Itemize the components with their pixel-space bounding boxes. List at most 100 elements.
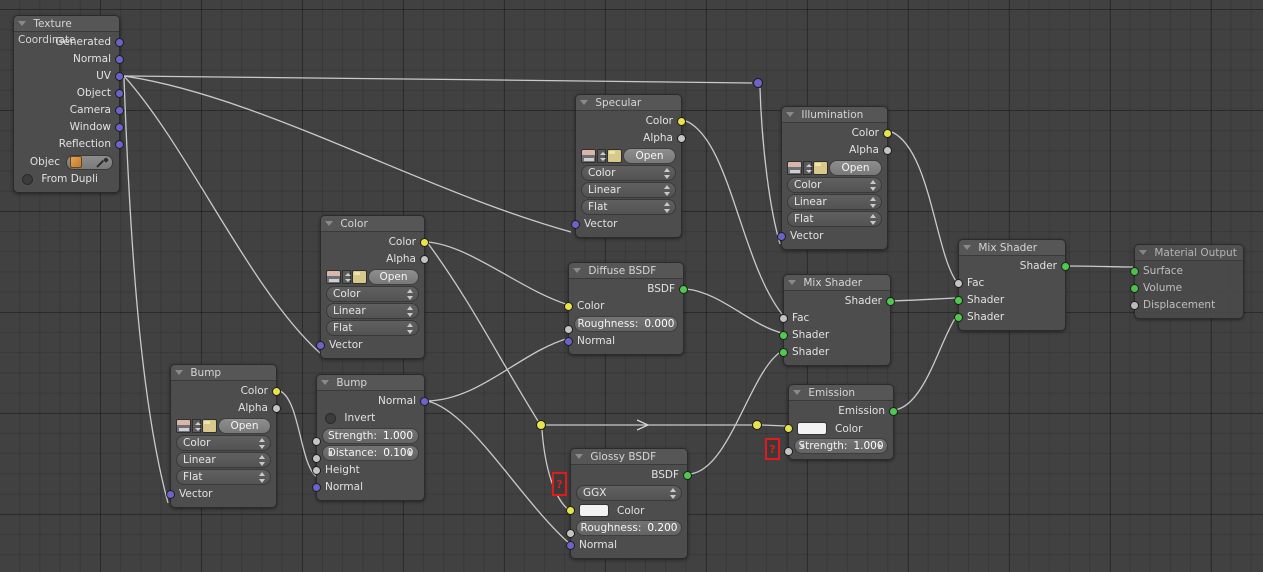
input-socket-vector[interactable] (316, 341, 325, 350)
slider-roughness[interactable]: Roughness: 0.200 (576, 520, 682, 536)
reroute-node-uv[interactable] (753, 78, 763, 88)
output-socket-row[interactable]: Alpha (576, 130, 686, 147)
input-socket-row[interactable]: Displacement (1130, 297, 1243, 314)
input-socket-row[interactable]: Fac (954, 275, 1065, 292)
reroute-node-color-b[interactable] (752, 420, 762, 430)
color-swatch[interactable] (797, 422, 827, 435)
input-socket-row[interactable]: Shader (779, 327, 890, 344)
input-socket-normal[interactable] (566, 541, 575, 550)
output-socket-row[interactable]: Shader (959, 258, 1070, 275)
dropdown-distribution[interactable]: GGX (576, 485, 682, 501)
node-image-texture-color[interactable]: Color Color Alpha Open Color Linear Flat… (316, 215, 429, 359)
dropdown-interpolation[interactable]: Linear (326, 303, 419, 319)
output-socket-row[interactable]: Color (321, 234, 429, 251)
input-socket-vector[interactable] (571, 220, 580, 229)
output-socket-row[interactable]: Generated (14, 34, 124, 51)
image-datablock-row[interactable]: Open (787, 160, 882, 176)
input-socket-displacement[interactable] (1130, 301, 1139, 310)
node-image-texture-specular[interactable]: Specular Color Alpha Open Color Linear F… (571, 94, 686, 238)
output-socket-window[interactable] (115, 123, 124, 132)
output-socket-row[interactable]: Color (171, 383, 281, 400)
collapse-triangle-icon[interactable] (321, 380, 329, 385)
output-socket-row[interactable]: Emission (789, 403, 898, 420)
node-material-output[interactable]: Material Output Surface Volume Displacem… (1130, 244, 1244, 319)
folder-icon[interactable] (352, 270, 367, 284)
eyedropper-icon[interactable] (97, 158, 108, 169)
browse-image-icon[interactable] (803, 161, 812, 175)
image-datablock-row[interactable]: Open (581, 148, 676, 164)
output-socket-uv[interactable] (115, 72, 124, 81)
input-socket-row[interactable]: Shader (779, 344, 890, 361)
node-texture-coordinate[interactable]: Texture Coordinate Generated Normal UV O… (13, 15, 124, 193)
collapse-triangle-icon[interactable] (575, 454, 583, 459)
input-socket-vector[interactable] (777, 232, 786, 241)
checkbox-invert[interactable] (325, 412, 336, 424)
output-socket-row[interactable]: BSDF (569, 281, 688, 298)
collapse-triangle-icon[interactable] (18, 21, 26, 26)
increment-arrow-icon[interactable] (409, 450, 413, 456)
collapse-triangle-icon[interactable] (1139, 250, 1147, 255)
output-socket-normal[interactable] (115, 55, 124, 64)
input-socket-color[interactable] (566, 506, 575, 515)
node-header[interactable]: Emission (789, 385, 893, 401)
decrement-arrow-icon[interactable] (328, 450, 332, 456)
node-header[interactable]: Specular (576, 95, 681, 111)
collapse-triangle-icon[interactable] (963, 245, 971, 250)
output-socket-row[interactable]: Alpha (171, 400, 281, 417)
folder-icon[interactable] (607, 149, 622, 163)
node-header[interactable]: Diffuse BSDF (569, 263, 683, 279)
output-socket-row[interactable]: Normal (14, 51, 124, 68)
dropdown-color-space[interactable]: Color (176, 435, 271, 451)
folder-icon[interactable] (202, 419, 217, 433)
node-diffuse-bsdf[interactable]: Diffuse BSDF BSDF Color Roughness: 0.000 … (564, 262, 688, 355)
dropdown-interpolation[interactable]: Linear (581, 182, 676, 198)
open-image-button[interactable]: Open (218, 418, 271, 434)
output-socket-alpha[interactable] (272, 404, 281, 413)
input-socket-row[interactable]: Vector (571, 216, 681, 233)
dropdown-interpolation[interactable]: Linear (176, 452, 271, 468)
node-header[interactable]: Glossy BSDF (571, 449, 687, 465)
node-header[interactable]: Color (321, 216, 424, 232)
dropdown-color-space[interactable]: Color (326, 286, 419, 302)
image-datablock-row[interactable]: Open (326, 269, 419, 285)
object-picker-field[interactable] (66, 154, 113, 170)
output-socket-color[interactable] (420, 238, 429, 247)
node-bump[interactable]: Bump Normal Invert Strength: 1.000 Distan… (312, 374, 429, 501)
output-socket-reflection[interactable] (115, 140, 124, 149)
node-mix-shader-2[interactable]: Mix Shader Shader Fac Shader Shader (954, 239, 1070, 331)
collapse-triangle-icon[interactable] (573, 268, 581, 273)
output-socket-row[interactable]: Shader (784, 293, 895, 310)
output-socket-alpha[interactable] (420, 255, 429, 264)
input-socket-row[interactable]: Color (564, 298, 683, 315)
input-socket-row[interactable]: Height (312, 462, 424, 479)
invert-row[interactable]: Invert (317, 410, 424, 427)
output-socket-object[interactable] (115, 89, 124, 98)
input-socket-height[interactable] (312, 466, 321, 475)
input-socket-shader-2[interactable] (779, 348, 788, 357)
input-socket-row[interactable]: Normal (564, 333, 683, 350)
output-socket-alpha[interactable] (883, 146, 892, 155)
reroute-node-color-a[interactable] (536, 420, 546, 430)
image-datablock-row[interactable]: Open (176, 418, 271, 434)
color-input-row[interactable]: Color (566, 502, 687, 519)
input-socket-row[interactable]: Fac (779, 310, 890, 327)
open-image-button[interactable]: Open (368, 269, 419, 285)
input-socket-row[interactable]: Surface (1130, 263, 1243, 280)
dropdown-color-space[interactable]: Color (787, 177, 882, 193)
collapse-triangle-icon[interactable] (580, 100, 588, 105)
output-socket-shader[interactable] (1061, 262, 1070, 271)
node-header[interactable]: Mix Shader (784, 275, 890, 291)
node-image-texture-bump[interactable]: Bump Color Alpha Open Color Linear Flat … (166, 364, 281, 508)
dropdown-color-space[interactable]: Color (581, 165, 676, 181)
input-socket-color[interactable] (784, 424, 793, 433)
color-input-row[interactable]: Color (784, 420, 893, 437)
slider-strength[interactable]: Strength: 1.000 (794, 438, 888, 454)
node-header[interactable]: Texture Coordinate (14, 16, 119, 46)
increment-arrow-icon[interactable] (878, 443, 882, 449)
collapse-triangle-icon[interactable] (786, 112, 794, 117)
input-socket-fac[interactable] (954, 279, 963, 288)
output-socket-camera[interactable] (115, 106, 124, 115)
node-header[interactable]: Illumination (782, 107, 887, 123)
input-socket-row[interactable]: Shader (954, 309, 1065, 326)
input-socket-row[interactable]: Normal (312, 479, 424, 496)
